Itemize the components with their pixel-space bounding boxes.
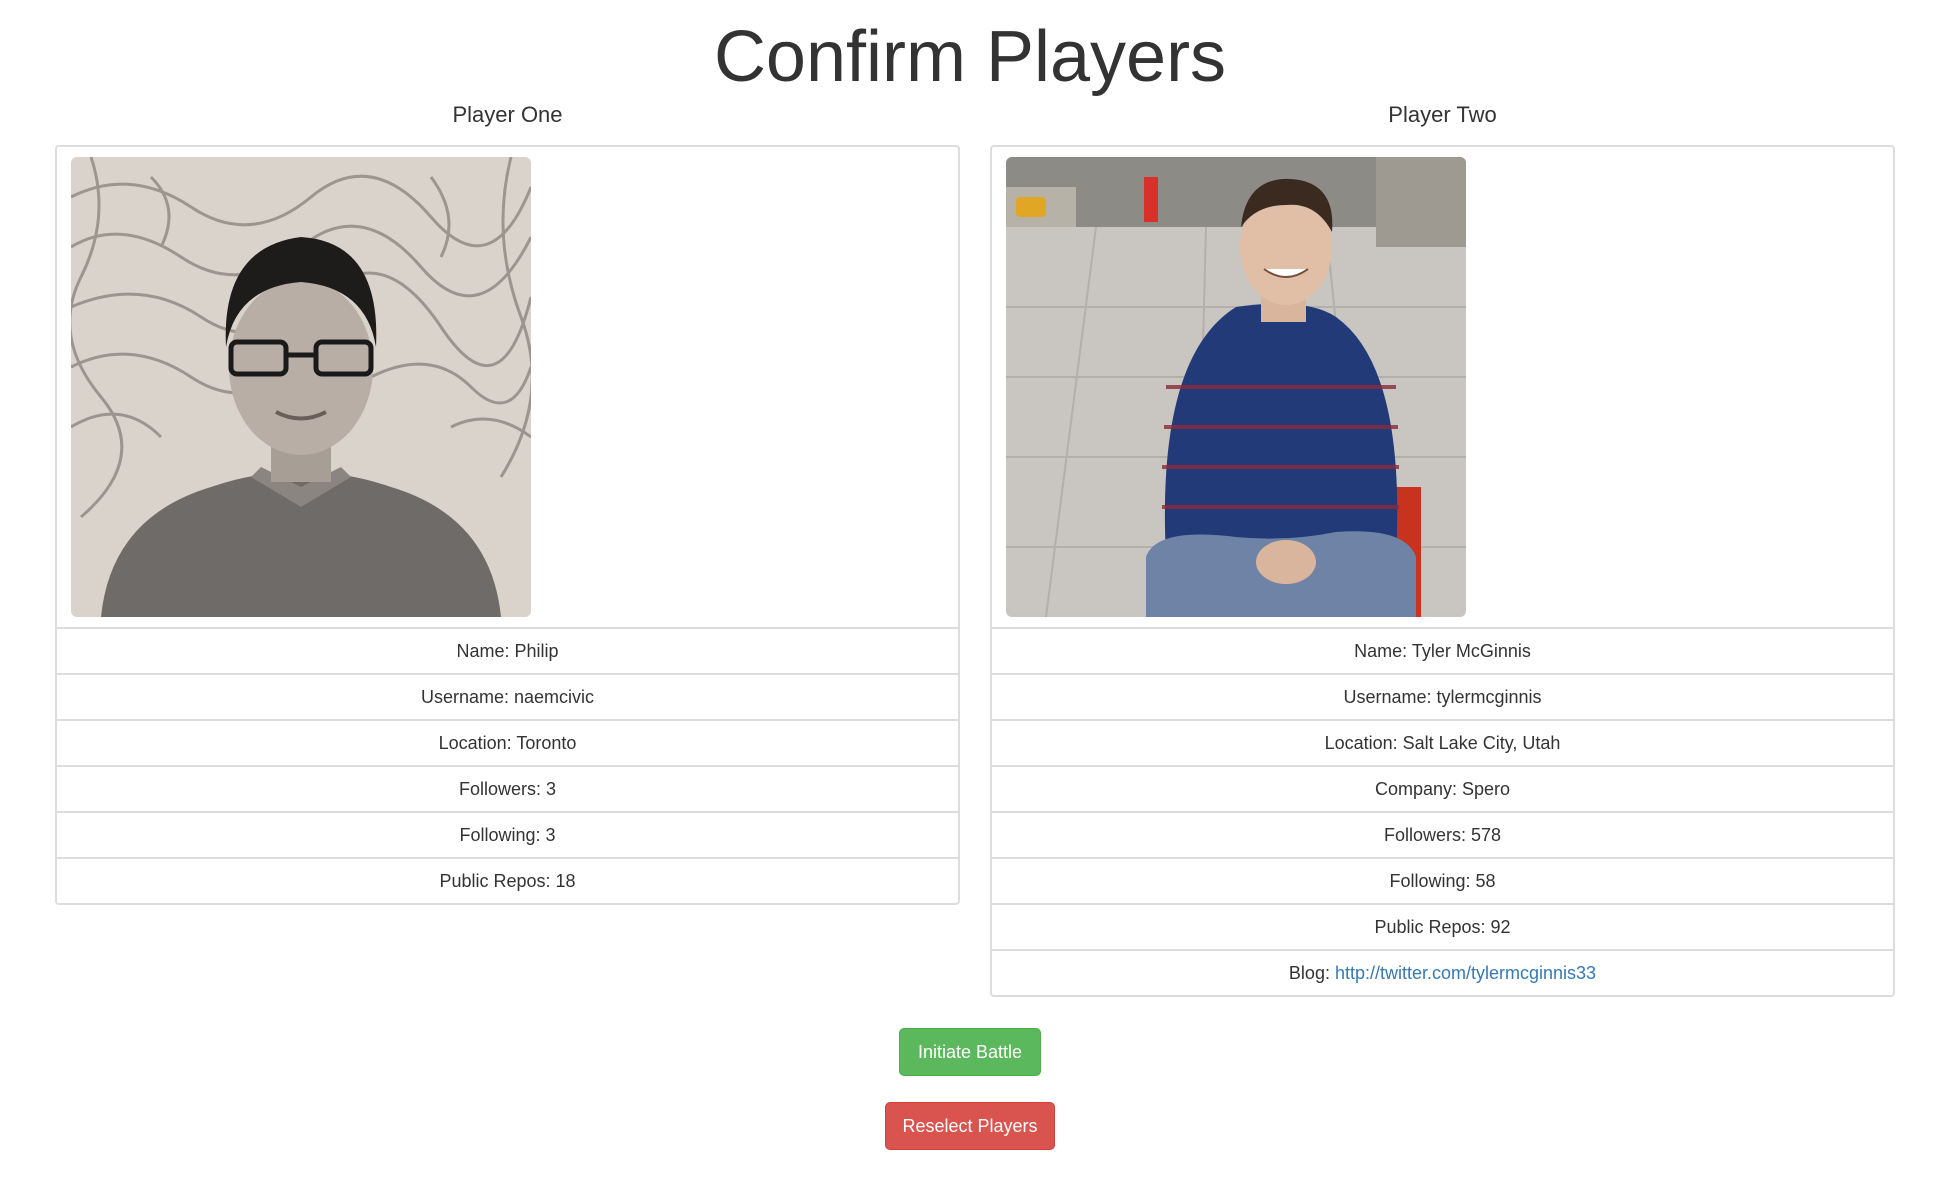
field-label: Following: (459, 825, 546, 845)
player-one-avatar (71, 157, 531, 617)
field-label: Username: (1343, 687, 1437, 707)
player-one-heading: Player One (452, 102, 563, 127)
page-title: Confirm Players (713, 17, 1227, 97)
player-one-username: naemcivic (514, 687, 595, 707)
reselect-players-button[interactable]: Reselect Players (885, 1102, 1055, 1150)
player-two-blog-row: Blog: http://twitter.com/tylermcginnis33 (990, 949, 1895, 997)
player-one-location-row: Location: Toronto (55, 719, 960, 767)
initiate-battle-button[interactable]: Initiate Battle (899, 1028, 1041, 1076)
player-one-repos-row: Public Repos: 18 (55, 857, 960, 905)
player-one-public-repos: 18 (555, 871, 576, 891)
player-two-following-row: Following: 58 (990, 857, 1895, 905)
player-one-name: Philip (514, 641, 559, 661)
field-label: Public Repos: (439, 871, 556, 891)
player-two-name: Tyler McGinnis (1411, 641, 1531, 661)
field-label: Followers: (458, 779, 546, 799)
player-two-company: Spero (1462, 779, 1511, 799)
field-label: Following: (1389, 871, 1476, 891)
player-one-username-row: Username: naemcivic (55, 673, 960, 721)
player-one-details: Name: Philip Username: naemcivic Locatio… (55, 145, 960, 905)
player-two-location: Salt Lake City, Utah (1402, 733, 1561, 753)
player-two-followers: 578 (1470, 825, 1502, 845)
player-two-following: 58 (1475, 871, 1496, 891)
field-label: Company: (1374, 779, 1462, 799)
player-two-column: Player Two Name: Tyler McGinnis Username… (990, 100, 1895, 997)
player-two-company-row: Company: Spero (990, 765, 1895, 813)
player-two-location-row: Location: Salt Lake City, Utah (990, 719, 1895, 767)
player-two-heading: Player Two (1388, 102, 1497, 127)
field-label: Followers: (1383, 825, 1471, 845)
player-one-name-row: Name: Philip (55, 627, 960, 675)
player-one-followers: 3 (546, 779, 557, 799)
player-two-followers-row: Followers: 578 (990, 811, 1895, 859)
player-one-followers-row: Followers: 3 (55, 765, 960, 813)
player-one-location: Toronto (516, 733, 577, 753)
player-one-column: Player One Name: Philip Username: naemci… (55, 100, 960, 905)
player-two-username: tylermcginnis (1436, 687, 1542, 707)
player-two-public-repos: 92 (1490, 917, 1511, 937)
field-label: Location: (1324, 733, 1403, 753)
field-label: Name: (456, 641, 515, 661)
confirm-players-page: Confirm Players Player One Name: Philip … (0, 0, 1940, 1188)
player-two-blog-link[interactable]: http://twitter.com/tylermcginnis33 (1335, 963, 1596, 983)
player-two-username-row: Username: tylermcginnis (990, 673, 1895, 721)
field-label: Username: (420, 687, 514, 707)
field-label: Location: (438, 733, 517, 753)
player-two-name-row: Name: Tyler McGinnis (990, 627, 1895, 675)
field-label: Blog: (1288, 963, 1335, 983)
player-one-following: 3 (545, 825, 556, 845)
field-label: Name: (1354, 641, 1412, 661)
player-two-repos-row: Public Repos: 92 (990, 903, 1895, 951)
player-two-details: Name: Tyler McGinnis Username: tylermcgi… (990, 145, 1895, 997)
player-one-avatar-row (55, 145, 960, 629)
player-two-avatar-row (990, 145, 1895, 629)
player-two-avatar (1006, 157, 1466, 617)
player-one-following-row: Following: 3 (55, 811, 960, 859)
field-label: Public Repos: (1374, 917, 1491, 937)
